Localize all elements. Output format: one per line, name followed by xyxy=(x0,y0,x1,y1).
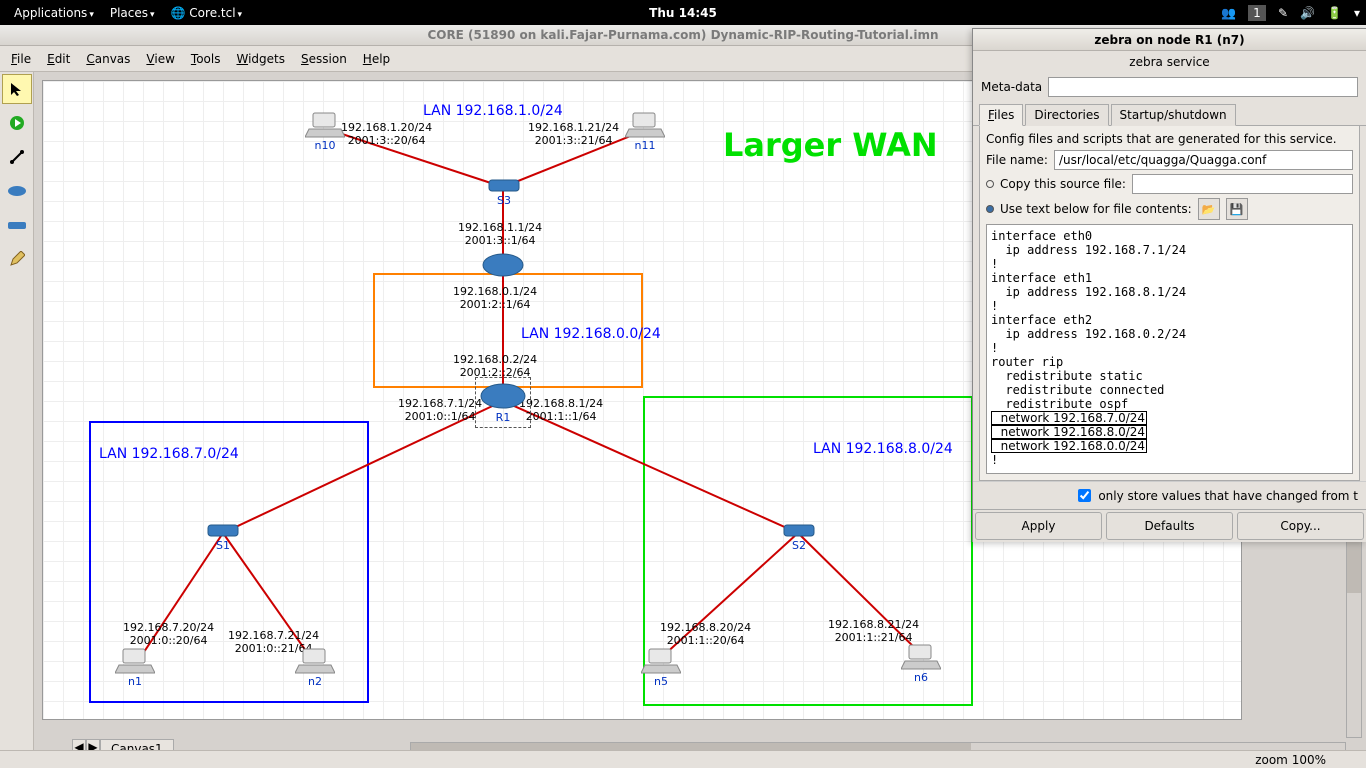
start-tool[interactable] xyxy=(2,108,32,138)
save-file-icon[interactable]: 💾 xyxy=(1226,198,1248,220)
workspace-indicator[interactable]: 1 xyxy=(1248,5,1266,21)
system-tray: 👥 1 ✎ 🔊 🔋 ▾ xyxy=(1221,5,1360,21)
metadata-input[interactable] xyxy=(1048,77,1358,97)
ip-n5: 192.168.8.20/24 2001:1::20/64 xyxy=(660,621,751,647)
files-desc: Config files and scripts that are genera… xyxy=(986,132,1353,146)
lan-right-label: LAN 192.168.8.0/24 xyxy=(813,441,953,457)
tab-directories[interactable]: Directories xyxy=(1025,104,1108,126)
app-menu[interactable]: 🌐 Core.tcl▾ xyxy=(163,3,251,23)
switch-tool[interactable] xyxy=(2,210,32,240)
metadata-label: Meta-data xyxy=(981,80,1042,94)
use-below-radio[interactable] xyxy=(986,205,994,213)
lan-top-label: LAN 192.168.1.0/24 xyxy=(423,103,563,119)
ip-n6: 192.168.8.21/24 2001:1::21/64 xyxy=(828,618,919,644)
lan-mid-label: LAN 192.168.0.0/24 xyxy=(521,326,661,342)
menu-file[interactable]: File xyxy=(4,49,38,69)
menu-view[interactable]: View xyxy=(139,49,181,69)
ip-n10: 192.168.1.20/24 2001:3::20/64 xyxy=(341,121,432,147)
only-store-checkbox[interactable] xyxy=(1078,489,1091,502)
ip-s3r: 192.168.1.1/24 2001:3::1/64 xyxy=(458,221,542,247)
node-n6[interactable]: n6 xyxy=(901,643,941,684)
node-s3[interactable]: S3 xyxy=(488,176,520,207)
tool-palette xyxy=(0,72,34,768)
link-tool[interactable] xyxy=(2,142,32,172)
ip-r2b: 192.168.0.2/24 2001:2::2/64 xyxy=(453,353,537,379)
menu-session[interactable]: Session xyxy=(294,49,354,69)
dialog-title: zebra on node R1 (n7) xyxy=(973,29,1366,51)
ip-r2t: 192.168.0.1/24 2001:2::1/64 xyxy=(453,285,537,311)
apps-menu[interactable]: Applications▾ xyxy=(6,3,102,23)
node-n1[interactable]: n1 xyxy=(115,647,155,688)
menu-edit[interactable]: Edit xyxy=(40,49,77,69)
node-n5[interactable]: n5 xyxy=(641,647,681,688)
node-n2[interactable]: n2 xyxy=(295,647,335,688)
lan-left-label: LAN 192.168.7.0/24 xyxy=(99,446,239,462)
node-n10[interactable]: n10 xyxy=(305,111,345,152)
system-topbar: Applications▾ Places▾ 🌐 Core.tcl▾ Thu 14… xyxy=(0,0,1366,25)
node-s2[interactable]: S2 xyxy=(783,521,815,552)
volume-icon[interactable]: 🔊 xyxy=(1300,6,1315,20)
node-s1[interactable]: S1 xyxy=(207,521,239,552)
battery-icon[interactable]: 🔋 xyxy=(1327,6,1342,20)
menu-widgets[interactable]: Widgets xyxy=(229,49,292,69)
menu-tools[interactable]: Tools xyxy=(184,49,228,69)
power-menu[interactable]: ▾ xyxy=(1354,6,1360,20)
copy-button[interactable]: Copy... xyxy=(1237,512,1364,540)
status-bar: zoom 100% xyxy=(0,750,1366,768)
ip-r1l: 192.168.7.1/24 2001:0::1/64 xyxy=(398,397,482,423)
router-tool[interactable] xyxy=(2,176,32,206)
menu-canvas[interactable]: Canvas xyxy=(79,49,137,69)
use-below-label: Use text below for file contents: xyxy=(1000,202,1192,216)
users-icon[interactable]: 👥 xyxy=(1221,6,1236,20)
pen-icon[interactable]: ✎ xyxy=(1278,6,1288,20)
copy-source-radio[interactable] xyxy=(986,180,994,188)
clock: Thu 14:45 xyxy=(649,6,717,20)
node-n11[interactable]: n11 xyxy=(625,111,665,152)
places-menu[interactable]: Places▾ xyxy=(102,3,163,23)
ip-n1: 192.168.7.20/24 2001:0::20/64 xyxy=(123,621,214,647)
wan-label: Larger WAN xyxy=(723,126,938,164)
config-textarea[interactable]: interface eth0 ip address 192.168.7.1/24… xyxy=(986,224,1353,474)
node-r1[interactable]: R1 xyxy=(479,381,527,424)
defaults-button[interactable]: Defaults xyxy=(1106,512,1233,540)
open-file-icon[interactable]: 📂 xyxy=(1198,198,1220,220)
filename-input[interactable] xyxy=(1054,150,1353,170)
ip-n11: 192.168.1.21/24 2001:3::21/64 xyxy=(528,121,619,147)
dialog-service: zebra service xyxy=(973,51,1366,73)
tab-files[interactable]: Files xyxy=(979,104,1023,126)
select-tool[interactable] xyxy=(2,74,32,104)
copy-source-label: Copy this source file: xyxy=(1000,177,1126,191)
annotate-tool[interactable] xyxy=(2,244,32,274)
dialog-tabs: Files Directories Startup/shutdown xyxy=(973,103,1366,126)
menu-help[interactable]: Help xyxy=(356,49,397,69)
node-r2[interactable] xyxy=(481,251,525,279)
only-store-label: only store values that have changed from… xyxy=(1098,489,1358,503)
filename-label: File name: xyxy=(986,153,1048,167)
zebra-dialog: zebra on node R1 (n7) zebra service Meta… xyxy=(972,28,1366,542)
tab-startup[interactable]: Startup/shutdown xyxy=(1111,104,1236,126)
ip-r1r: 192.168.8.1/24 2001:1::1/64 xyxy=(519,397,603,423)
apply-button[interactable]: Apply xyxy=(975,512,1102,540)
copy-source-input[interactable] xyxy=(1132,174,1353,194)
